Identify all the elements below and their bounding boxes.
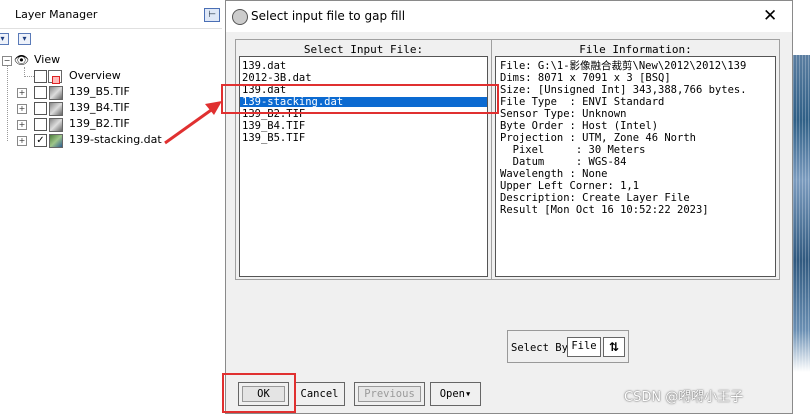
overview-checkbox[interactable]: [34, 70, 47, 83]
file-info-line: Result [Mon Oct 16 10:52:22 2023]: [500, 204, 709, 216]
layer-checkbox-checked[interactable]: ✓: [34, 134, 47, 147]
eye-icon: 👁: [14, 53, 30, 67]
layer-manager-title: Layer Manager: [15, 8, 98, 21]
expand-toggle-icon[interactable]: +: [17, 136, 27, 146]
pin-icon[interactable]: ⊢: [204, 8, 220, 22]
tree-root-label: View: [34, 53, 61, 66]
background-image-view: [793, 0, 810, 414]
layer-checkbox[interactable]: [34, 86, 47, 99]
cancel-button[interactable]: Cancel: [294, 382, 345, 406]
collapse-toggle-icon[interactable]: −: [2, 56, 12, 66]
cancel-button-label: Cancel: [300, 388, 339, 400]
select-by-label: Select By: [511, 342, 568, 354]
file-info-line: Description: Create Layer File: [500, 192, 690, 204]
app-icon: [232, 9, 248, 25]
annotation-highlight-selected-file: [221, 84, 499, 114]
expand-toggle-icon[interactable]: +: [17, 120, 27, 130]
collapse-icon[interactable]: ▾: [0, 33, 9, 45]
expand-icon[interactable]: ▾: [18, 33, 31, 45]
file-list-item[interactable]: 139_B4.TIF: [242, 121, 305, 132]
file-info-line: Datum : WGS-84: [500, 156, 627, 168]
select-by-file-button[interactable]: File: [567, 337, 601, 357]
select-input-header: Select Input File:: [303, 43, 424, 56]
file-info-line: Upper Left Corner: 1,1: [500, 180, 640, 192]
file-list-item[interactable]: 139.dat: [242, 61, 286, 72]
layer-manager-titlebar: Layer Manager ⊢: [0, 0, 222, 29]
layer-checkbox[interactable]: [34, 118, 47, 131]
expand-toggle-icon[interactable]: +: [17, 104, 27, 114]
file-info-line: Pixel : 30 Meters: [500, 144, 646, 156]
file-info-header: File Information:: [579, 43, 692, 56]
previous-button-label: Previous: [364, 388, 415, 400]
select-by-group: Select By File ⇅: [507, 330, 629, 363]
open-button-label: Open▾: [439, 388, 472, 400]
select-input-file-dialog: Select input file to gap fill ✕ Select I…: [225, 0, 793, 414]
file-info-line: Dims: 8071 x 7091 x 3 [BSQ]: [500, 72, 671, 84]
overview-icon: [48, 70, 62, 84]
dialog-title: Select input file to gap fill: [251, 9, 406, 23]
dialog-titlebar: Select input file to gap fill ✕: [226, 1, 792, 32]
sort-icon[interactable]: ⇅: [603, 337, 625, 357]
file-info-text: File: G:\1-影像融合裁剪\New\2012\2012\139 Dims…: [495, 56, 776, 277]
select-input-file-panel: Select Input File: 139.dat 2012-3B.dat 1…: [235, 39, 492, 280]
file-info-line: Size: [Unsigned Int] 343,388,766 bytes.: [500, 84, 747, 96]
raster-thumbnail-icon: [49, 118, 63, 132]
file-info-line: Sensor Type: Unknown: [500, 108, 627, 120]
layer-checkbox[interactable]: [34, 102, 47, 115]
file-list-item[interactable]: 2012-3B.dat: [242, 73, 312, 84]
file-info-line: Projection : UTM, Zone 46 North: [500, 132, 696, 144]
raster-thumbnail-icon: [49, 102, 63, 116]
layer-manager-panel: Layer Manager ⊢ ▾ ▾ − 👁 View Overview + …: [0, 0, 226, 414]
expand-toggle-icon[interactable]: +: [17, 88, 27, 98]
file-info-line: Wavelength : None: [500, 168, 608, 180]
open-dropdown-button[interactable]: Open▾: [430, 382, 481, 406]
file-list-item[interactable]: 139_B5.TIF: [242, 133, 305, 144]
file-info-line: Byte Order : Host (Intel): [500, 120, 659, 132]
file-info-line: File: G:\1-影像融合裁剪\New\2012\2012\139: [500, 60, 747, 72]
tree-item-label: 139-stacking.dat: [69, 133, 162, 146]
file-information-panel: File Information: File: G:\1-影像融合裁剪\New\…: [491, 39, 780, 280]
raster-thumbnail-icon: [49, 134, 63, 148]
tree-item-label: 139_B5.TIF: [69, 85, 130, 98]
raster-thumbnail-icon: [49, 86, 63, 100]
close-icon[interactable]: ✕: [763, 6, 777, 26]
tree-item-label: 139_B2.TIF: [69, 117, 130, 130]
tree-item-label: Overview: [69, 69, 121, 82]
watermark: CSDN @嘚嘚小王子: [624, 390, 744, 405]
previous-button[interactable]: Previous: [354, 382, 425, 406]
file-info-line: File Type : ENVI Standard: [500, 96, 665, 108]
tree-item-label: 139_B4.TIF: [69, 101, 130, 114]
annotation-highlight-ok: [222, 373, 296, 413]
